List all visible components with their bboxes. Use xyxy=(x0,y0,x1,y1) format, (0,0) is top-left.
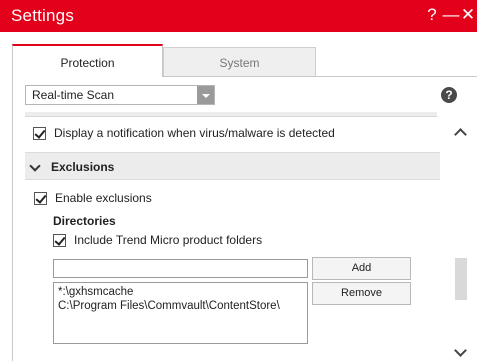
notification-checkbox[interactable] xyxy=(33,126,46,140)
list-item[interactable]: *:\gxhsmcache xyxy=(58,285,303,299)
title-bar: Settings ? — ✕ xyxy=(0,0,477,32)
remove-button[interactable]: Remove xyxy=(312,282,411,305)
chevron-down-icon xyxy=(29,160,41,172)
directory-input[interactable] xyxy=(53,259,308,278)
include-trend-checkbox[interactable] xyxy=(53,233,66,247)
include-trend-option[interactable]: Include Trend Micro product folders xyxy=(53,233,262,247)
window-title: Settings xyxy=(11,6,75,25)
chevron-down-icon[interactable] xyxy=(454,344,467,357)
include-trend-label: Include Trend Micro product folders xyxy=(74,233,263,247)
exclusions-title: Exclusions xyxy=(51,160,115,174)
enable-exclusions-label: Enable exclusions xyxy=(55,191,152,205)
add-button[interactable]: Add xyxy=(312,257,411,280)
list-item[interactable]: C:\Program Files\Commvault\ContentStore\ xyxy=(58,299,303,313)
vertical-scrollbar[interactable] xyxy=(452,113,470,361)
minimize-button[interactable]: — xyxy=(442,4,460,26)
notification-label: Display a notification when virus/malwar… xyxy=(54,126,335,140)
help-circle-icon[interactable]: ? xyxy=(441,87,457,103)
chevron-down-icon[interactable] xyxy=(197,86,214,104)
directory-list[interactable]: *:\gxhsmcache C:\Program Files\Commvault… xyxy=(53,282,308,344)
close-button[interactable]: ✕ xyxy=(459,4,477,26)
scan-mode-dropdown[interactable]: Real-time Scan xyxy=(25,85,215,105)
chevron-up-icon[interactable] xyxy=(454,128,467,141)
directories-label: Directories xyxy=(53,214,116,228)
tab-protection[interactable]: Protection xyxy=(12,44,163,77)
scrollbar-thumb[interactable] xyxy=(455,258,467,300)
help-button[interactable]: ? xyxy=(423,4,441,26)
scan-mode-value: Real-time Scan xyxy=(32,88,115,102)
exclusions-section-header[interactable]: Exclusions xyxy=(25,152,440,180)
enable-exclusions-checkbox[interactable] xyxy=(34,191,47,205)
tab-system[interactable]: System xyxy=(163,47,316,77)
notification-option[interactable]: Display a notification when virus/malwar… xyxy=(33,126,335,140)
enable-exclusions-option[interactable]: Enable exclusions xyxy=(34,191,152,205)
